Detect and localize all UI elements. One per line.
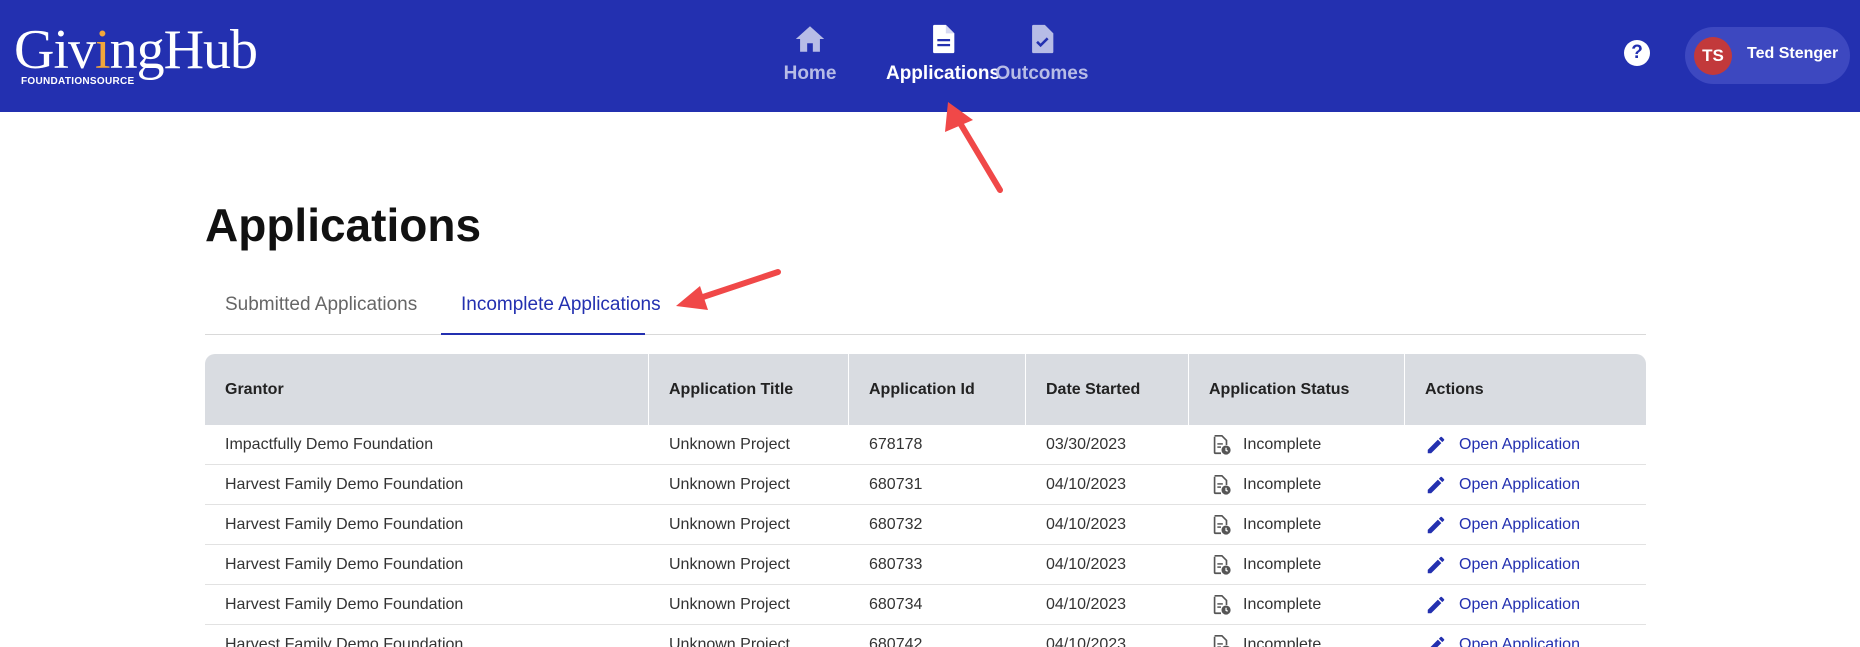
pencil-icon[interactable]	[1425, 634, 1447, 647]
nav-home[interactable]: Home	[782, 22, 838, 92]
pencil-icon[interactable]	[1425, 434, 1447, 456]
cell-grantor: Harvest Family Demo Foundation	[225, 516, 464, 533]
nav-outcomes-label: Outcomes	[995, 63, 1089, 84]
open-application-link[interactable]: Open Application	[1459, 505, 1580, 545]
cell-application-title: Unknown Project	[669, 596, 790, 613]
column-divider	[1404, 354, 1405, 425]
header-date-started[interactable]: Date Started	[1046, 354, 1140, 425]
cell-application-id: 678178	[869, 436, 923, 453]
application-tabs: Submitted Applications Incomplete Applic…	[205, 282, 1646, 335]
pencil-icon[interactable]	[1425, 514, 1447, 536]
open-application-link[interactable]: Open Application	[1459, 425, 1580, 465]
help-icon[interactable]: ?	[1624, 40, 1650, 66]
table-row: Harvest Family Demo Foundation Unknown Pr…	[205, 625, 1646, 647]
header-application-id[interactable]: Application Id	[869, 354, 975, 425]
open-application-link[interactable]: Open Application	[1459, 625, 1580, 647]
cell-grantor: Harvest Family Demo Foundation	[225, 476, 464, 493]
open-application-link[interactable]: Open Application	[1459, 465, 1580, 505]
status-badge: Incomplete	[1243, 556, 1322, 573]
logo-wordmark: GivingHub	[14, 19, 258, 81]
cell-date-started: 04/10/2023	[1046, 556, 1127, 573]
column-divider	[648, 354, 649, 425]
status-badge: Incomplete	[1243, 516, 1322, 533]
cell-application-id: 680731	[869, 476, 923, 493]
column-divider	[1025, 354, 1026, 425]
cell-date-started: 04/10/2023	[1046, 596, 1127, 613]
status-badge: Incomplete	[1243, 436, 1322, 453]
cell-grantor: Impactfully Demo Foundation	[225, 436, 434, 453]
table-row: Harvest Family Demo Foundation Unknown Pr…	[205, 585, 1646, 625]
cell-application-id: 680733	[869, 556, 923, 573]
document-clock-icon	[1213, 435, 1231, 455]
home-icon	[795, 26, 825, 52]
applications-table: Grantor Application Title Application Id…	[205, 354, 1646, 647]
column-divider	[1188, 354, 1189, 425]
pencil-icon[interactable]	[1425, 594, 1447, 616]
nav-outcomes[interactable]: Outcomes	[994, 22, 1090, 92]
cell-grantor: Harvest Family Demo Foundation	[225, 596, 464, 613]
avatar: TS	[1694, 37, 1732, 75]
cell-application-id: 680742	[869, 636, 923, 647]
cell-application-title: Unknown Project	[669, 516, 790, 533]
document-icon	[933, 24, 955, 54]
cell-date-started: 04/10/2023	[1046, 636, 1127, 647]
status-badge: Incomplete	[1243, 636, 1322, 647]
status-badge: Incomplete	[1243, 476, 1322, 493]
cell-grantor: Harvest Family Demo Foundation	[225, 556, 464, 573]
open-application-link[interactable]: Open Application	[1459, 545, 1580, 585]
tab-incomplete-applications[interactable]: Incomplete Applications	[461, 294, 661, 316]
document-clock-icon	[1213, 635, 1230, 647]
document-check-icon	[1032, 24, 1054, 54]
header-actions: Actions	[1425, 381, 1484, 398]
pencil-icon[interactable]	[1425, 554, 1447, 576]
column-divider	[848, 354, 849, 425]
cell-application-title: Unknown Project	[669, 556, 790, 573]
cell-grantor: Harvest Family Demo Foundation	[225, 636, 464, 647]
document-clock-icon	[1213, 555, 1231, 575]
logo-subtitle: FOUNDATIONSOURCE	[21, 76, 135, 87]
header-application-title[interactable]: Application Title	[669, 354, 793, 425]
cell-date-started: 03/30/2023	[1046, 436, 1127, 453]
cell-application-title: Unknown Project	[669, 636, 790, 647]
table-header: Grantor Application Title Application Id…	[205, 354, 1646, 425]
cell-date-started: 04/10/2023	[1046, 476, 1127, 493]
document-clock-icon	[1213, 595, 1231, 615]
page-title: Applications	[205, 199, 482, 251]
active-tab-indicator	[441, 333, 645, 335]
cell-application-id: 680734	[869, 596, 923, 613]
cell-application-title: Unknown Project	[669, 436, 790, 453]
tab-submitted-applications[interactable]: Submitted Applications	[225, 294, 417, 316]
nav-home-label: Home	[783, 63, 837, 84]
top-nav-bar: GivingHub FOUNDATIONSOURCE Home Applicat…	[0, 0, 1860, 112]
annotation-arrow-applications	[945, 102, 1003, 193]
user-menu[interactable]: TS Ted Stenger	[1685, 27, 1850, 84]
table-row: Harvest Family Demo Foundation Unknown Pr…	[205, 545, 1646, 585]
open-application-link[interactable]: Open Application	[1459, 585, 1580, 625]
cell-application-title: Unknown Project	[669, 476, 790, 493]
nav-applications-label: Applications	[885, 63, 1000, 84]
table-row: Impactfully Demo Foundation Unknown Proje…	[205, 425, 1646, 465]
document-clock-icon	[1213, 475, 1231, 495]
header-application-status[interactable]: Application Status	[1209, 354, 1349, 425]
cell-date-started: 04/10/2023	[1046, 516, 1127, 533]
table-row: Harvest Family Demo Foundation Unknown Pr…	[205, 505, 1646, 545]
document-clock-icon	[1213, 515, 1231, 535]
user-name: Ted Stenger	[1747, 45, 1839, 62]
cell-application-id: 680732	[869, 516, 923, 533]
pencil-icon[interactable]	[1425, 474, 1447, 496]
status-badge: Incomplete	[1243, 596, 1322, 613]
table-row: Harvest Family Demo Foundation Unknown Pr…	[205, 465, 1646, 505]
givinghub-logo[interactable]: GivingHub FOUNDATIONSOURCE	[14, 19, 258, 87]
header-grantor[interactable]: Grantor	[225, 354, 284, 425]
